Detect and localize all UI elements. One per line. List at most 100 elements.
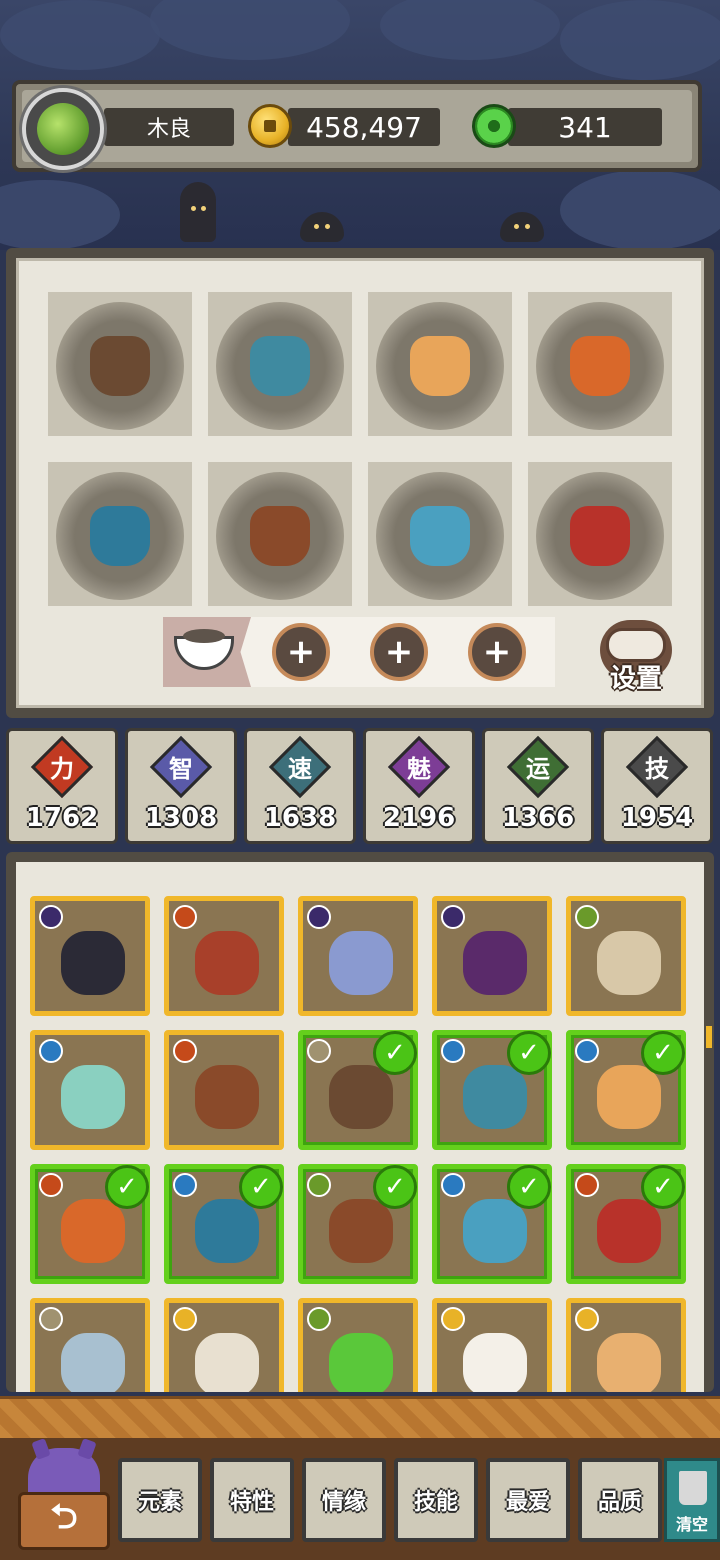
stat-value: 1308 [144,803,218,833]
collection-card[interactable] [566,1298,686,1392]
filter-button[interactable]: 最爱 [486,1458,570,1542]
collection-card[interactable] [298,1298,418,1392]
element-icon [441,1039,465,1063]
stat-glyph: 技 [645,755,669,783]
donkey-rider-icon [90,336,150,396]
gourd-bird-icon [250,506,310,566]
collection-card[interactable]: ✓ [566,1164,686,1284]
character-art [597,1199,661,1263]
character-art [597,1333,661,1392]
collection-card[interactable] [164,1298,284,1392]
character-art [463,1065,527,1129]
character-art [61,1199,125,1263]
collection-card[interactable] [432,1298,552,1392]
collection-panel: ✓ ✓ ✓ ✓ ✓ ✓ ✓ ✓ [6,852,714,1392]
coin-icon [248,104,292,148]
team-slot[interactable] [528,462,672,606]
gamepad-icon [606,628,666,662]
stat-value: 2196 [382,803,456,833]
collection-card[interactable] [30,1298,150,1392]
team-slot[interactable] [208,462,352,606]
element-icon [39,1173,63,1197]
character-art [329,1333,393,1392]
collection-card[interactable] [566,896,686,1016]
clear-button[interactable]: 清空 [664,1458,720,1542]
collection-card[interactable]: ✓ [432,1164,552,1284]
jade-icon [472,104,516,148]
team-slot[interactable] [48,462,192,606]
stat-box: 魅 2196 [363,728,475,844]
add-food-button[interactable]: + [370,623,428,681]
filter-button[interactable]: 品质 [578,1458,662,1542]
element-icon [173,905,197,929]
filter-button[interactable]: 元素 [118,1458,202,1542]
team-slot[interactable] [48,292,192,436]
filter-button[interactable]: 特性 [210,1458,294,1542]
coin-count: 458,497 [288,108,440,146]
element-icon [575,1039,599,1063]
flute-player-icon [90,506,150,566]
element-icon [441,905,465,929]
leaf-decoration [150,0,350,60]
check-icon: ✓ [641,1031,685,1075]
stat-value: 1954 [620,803,694,833]
settings-label: 设置 [609,664,662,694]
leaf-decoration [0,180,120,250]
trash-can-icon [679,1471,707,1505]
character-art [195,1065,259,1129]
team-slot[interactable] [528,292,672,436]
collection-card[interactable] [298,896,418,1016]
character-art [61,931,125,995]
scrollbar-thumb[interactable] [706,1026,712,1048]
element-icon [575,1307,599,1331]
shadow-creature [180,182,216,242]
element-icon [575,905,599,929]
element-icon [307,1307,331,1331]
wood-divider [0,1396,720,1444]
element-icon [441,1307,465,1331]
blue-hair-boy-icon [410,506,470,566]
back-button[interactable]: ⮌ [18,1448,110,1552]
team-slot[interactable] [208,292,352,436]
collection-card[interactable] [432,896,552,1016]
collection-card[interactable]: ✓ [432,1030,552,1150]
stat-glyph: 魅 [407,755,431,783]
player-name: 木良 [104,108,234,146]
character-art [329,1199,393,1263]
leaf-shovel-icon [570,336,630,396]
collection-card[interactable]: ✓ [164,1164,284,1284]
element-icon [307,1039,331,1063]
leaf-decoration [0,0,160,70]
collection-grid[interactable]: ✓ ✓ ✓ ✓ ✓ ✓ ✓ ✓ [16,862,704,1392]
collection-card[interactable] [30,896,150,1016]
collection-card[interactable] [164,896,284,1016]
element-icon [39,1039,63,1063]
add-food-button[interactable]: + [272,623,330,681]
jade-count: 341 [508,108,662,146]
character-art [463,931,527,995]
stat-value: 1762 [25,803,99,833]
filter-button[interactable]: 技能 [394,1458,478,1542]
add-food-button[interactable]: + [468,623,526,681]
collection-card[interactable]: ✓ [298,1030,418,1150]
character-art [61,1333,125,1392]
stat-glyph: 力 [50,755,74,783]
character-art [61,1065,125,1129]
team-slot[interactable] [368,292,512,436]
collection-card[interactable]: ✓ [566,1030,686,1150]
character-art [463,1333,527,1392]
settings-button[interactable]: 设置 [598,620,674,694]
element-icon [39,1307,63,1331]
stat-glyph: 运 [526,755,550,783]
collection-card[interactable] [30,1030,150,1150]
stat-glyph: 智 [169,755,193,783]
character-art [329,1065,393,1129]
element-icon [441,1173,465,1197]
collection-card[interactable]: ✓ [30,1164,150,1284]
team-slot[interactable] [368,462,512,606]
stat-box: 智 1308 [125,728,237,844]
player-avatar[interactable] [22,88,104,170]
collection-card[interactable] [164,1030,284,1150]
filter-button[interactable]: 情缘 [302,1458,386,1542]
collection-card[interactable]: ✓ [298,1164,418,1284]
